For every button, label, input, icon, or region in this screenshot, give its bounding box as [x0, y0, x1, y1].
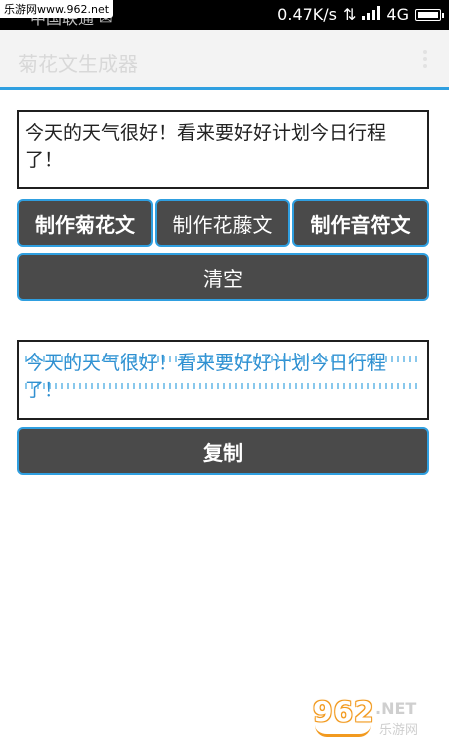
logo-number: 962	[313, 695, 375, 728]
copy-button[interactable]: 复制	[17, 427, 429, 475]
logo-swirl-icon	[315, 725, 371, 737]
overflow-menu-icon[interactable]	[423, 50, 429, 72]
logo-name: 乐游网	[379, 723, 419, 738]
watermark-top: 乐游网www.962.net	[0, 0, 114, 18]
battery-icon	[415, 8, 444, 21]
status-icons: 0.47K/s ⇅ 4G	[277, 5, 444, 24]
network-speed: 0.47K/s	[277, 5, 338, 24]
logo-suffix: .NET	[375, 699, 417, 718]
make-vine-button[interactable]: 制作花藤文	[155, 199, 290, 247]
output-text[interactable]: 今天的天气很好！看来要好好计划今日行程了！	[17, 340, 429, 420]
decoration-line	[25, 383, 421, 389]
network-type: 4G	[386, 5, 409, 24]
data-arrows-icon: ⇅	[343, 5, 357, 24]
app-bar: 菊花文生成器	[0, 30, 449, 90]
text-input[interactable]: 今天的天气很好！看来要好好计划今日行程了！	[17, 110, 429, 189]
signal-icon	[362, 5, 381, 24]
make-chrysanthemum-button[interactable]: 制作菊花文	[17, 199, 153, 247]
app-title: 菊花文生成器	[18, 52, 138, 76]
make-music-button[interactable]: 制作音符文	[292, 199, 429, 247]
decoration-line	[25, 356, 421, 362]
clear-button[interactable]: 清空	[17, 253, 429, 301]
watermark-logo: 962 .NET 乐游网	[313, 695, 441, 741]
